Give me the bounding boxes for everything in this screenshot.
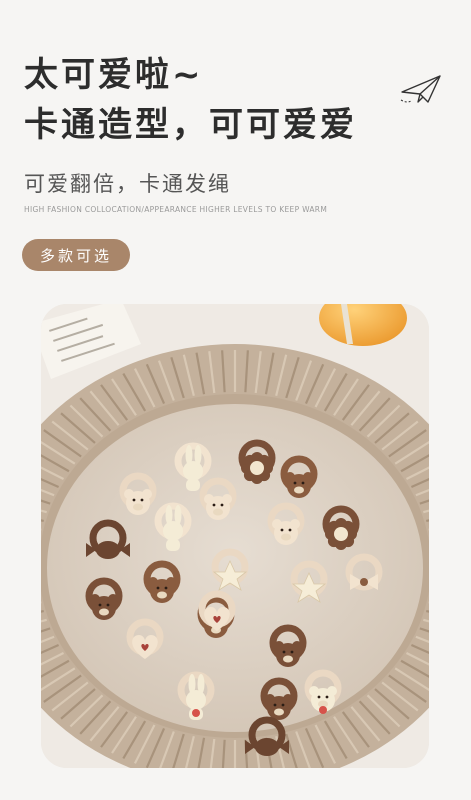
tagline: HIGH FASHION COLLOCATION/APPEARANCE HIGH… xyxy=(24,205,328,214)
product-photo xyxy=(41,304,429,768)
subtitle: 可爱翻倍，卡通发绳 xyxy=(24,172,231,196)
options-badge-button[interactable]: 多款可选 xyxy=(22,239,130,271)
paper-plane-icon xyxy=(400,75,441,103)
headline-line-1: 太可爱啦~ xyxy=(24,55,204,95)
headline-line-2: 卡通造型，可可爱爱 xyxy=(24,105,357,145)
product-photo-illustration xyxy=(41,304,429,768)
plate-center xyxy=(47,404,423,732)
